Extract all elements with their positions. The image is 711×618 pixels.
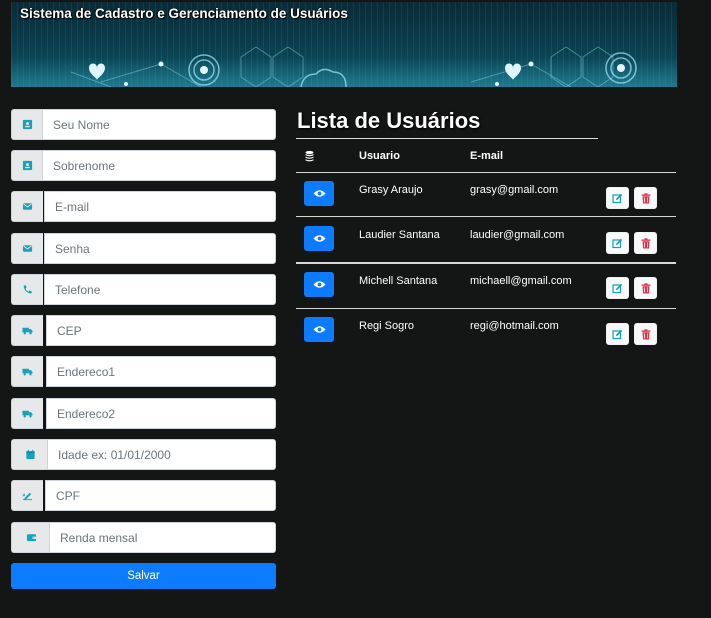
truck-icon (11, 398, 43, 429)
user-name: Laudier Santana (359, 229, 440, 241)
wallet-icon (11, 522, 50, 553)
edit-user-button[interactable] (606, 277, 629, 299)
trash-icon (641, 192, 650, 203)
cep-input[interactable] (46, 315, 276, 346)
calendar-icon (11, 439, 48, 470)
trash-icon (641, 237, 650, 248)
row-divider (296, 216, 676, 217)
view-user-button[interactable] (304, 272, 334, 297)
edit-icon (612, 283, 623, 293)
user-name: Michell Santana (359, 275, 438, 287)
envelope-icon (11, 233, 43, 264)
delete-user-button[interactable] (634, 232, 657, 254)
delete-user-button[interactable] (634, 187, 657, 209)
header-banner: Sistema de Cadastro e Gerenciamento de U… (11, 2, 677, 87)
delete-user-button[interactable] (634, 277, 657, 299)
user-name: Regi Sogro (359, 320, 415, 332)
column-header-email: E-mail (470, 150, 504, 162)
truck-icon (11, 315, 43, 346)
eye-icon (312, 190, 326, 197)
delete-user-button[interactable] (634, 323, 657, 345)
user-email: michaell@gmail.com (470, 275, 572, 287)
form-row-name (11, 109, 276, 140)
user-email: grasy@gmail.com (470, 184, 559, 196)
cpf-input[interactable] (45, 480, 276, 511)
phone-icon (11, 274, 43, 305)
phone-input[interactable] (44, 274, 276, 305)
signature-icon (11, 480, 43, 511)
id-card-icon (11, 150, 43, 181)
user-email: regi@hotmail.com (470, 320, 559, 332)
edit-user-button[interactable] (606, 187, 629, 209)
edit-user-button[interactable] (606, 232, 629, 254)
edit-icon (612, 193, 623, 203)
form-row-address2 (11, 398, 276, 429)
view-user-button[interactable] (304, 226, 334, 251)
email-input[interactable] (44, 191, 276, 222)
edit-user-button[interactable] (606, 323, 629, 345)
eye-icon (312, 281, 326, 288)
monthly-income-input[interactable] (49, 522, 276, 553)
view-user-button[interactable] (304, 317, 334, 342)
form-row-income (11, 522, 276, 553)
form-row-cpf (11, 480, 276, 511)
edit-icon (612, 238, 623, 248)
first-name-input[interactable] (42, 109, 276, 140)
truck-icon (11, 356, 43, 387)
trash-icon (641, 282, 650, 293)
table-header-divider (296, 172, 676, 173)
id-card-icon (11, 109, 43, 140)
form-row-surname (11, 150, 276, 181)
trash-icon (641, 328, 650, 339)
form-row-password (11, 233, 276, 264)
title-divider (296, 138, 598, 139)
eye-icon (312, 326, 326, 333)
list-title: Lista de Usuários (297, 108, 481, 133)
coins-icon (304, 149, 315, 167)
row-divider (296, 308, 676, 309)
user-email: laudier@gmail.com (470, 229, 565, 241)
form-row-cep (11, 315, 276, 346)
form-row-email (11, 191, 276, 222)
form-row-phone (11, 274, 276, 305)
envelope-icon (11, 191, 43, 222)
birthdate-input[interactable] (47, 439, 276, 470)
banner-title: Sistema de Cadastro e Gerenciamento de U… (20, 6, 348, 21)
eye-icon (312, 235, 326, 242)
row-divider (296, 262, 676, 264)
form-row-address1 (11, 356, 276, 387)
form-row-birthdate (11, 439, 276, 470)
surname-input[interactable] (42, 150, 276, 181)
user-name: Grasy Araujo (359, 184, 423, 196)
save-button[interactable]: Salvar (11, 563, 276, 589)
view-user-button[interactable] (304, 181, 334, 206)
address1-input[interactable] (46, 356, 276, 387)
edit-icon (612, 329, 623, 339)
password-input[interactable] (44, 233, 276, 264)
address2-input[interactable] (46, 398, 276, 429)
column-header-user: Usuario (359, 150, 400, 162)
